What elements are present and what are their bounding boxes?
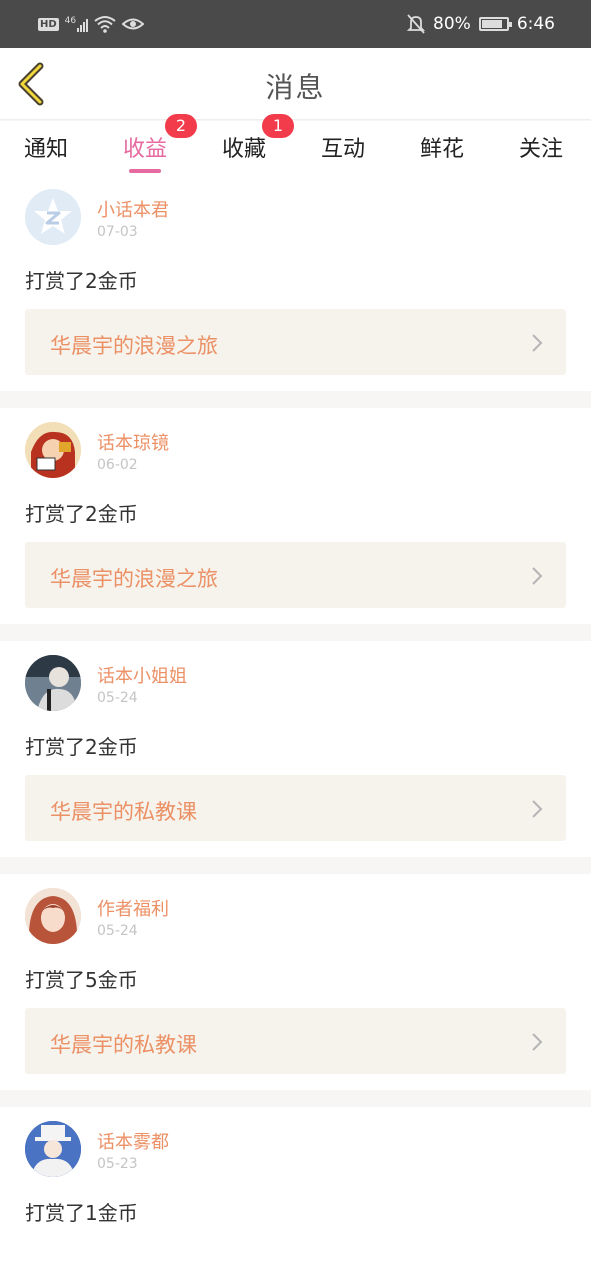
- tab-label: 鲜花: [420, 137, 465, 162]
- sender-name[interactable]: 作者福利: [97, 895, 169, 921]
- signal-type: 46: [64, 16, 77, 26]
- reward-card: 小话本君 07-03 打赏了2金币 华晨宇的浪漫之旅: [0, 175, 591, 391]
- book-link[interactable]: 华晨宇的私教课: [25, 775, 566, 841]
- tab-follows[interactable]: 关注: [519, 131, 563, 171]
- tab-label: 收益: [123, 137, 168, 162]
- reward-date: 05-24: [97, 690, 138, 706]
- reward-message: 打赏了2金币: [25, 269, 138, 293]
- chevron-right-icon: [532, 1033, 543, 1051]
- tab-favorites[interactable]: 收藏 1: [222, 114, 294, 171]
- hd-indicator: HD: [38, 17, 59, 31]
- unread-badge: 1: [262, 114, 294, 138]
- reward-card: 话本琼镜 06-02 打赏了2金币 华晨宇的浪漫之旅: [0, 408, 591, 624]
- sender-name[interactable]: 话本琼镜: [97, 429, 169, 455]
- book-link[interactable]: 华晨宇的浪漫之旅: [25, 309, 566, 375]
- tab-interactions[interactable]: 互动: [321, 131, 365, 171]
- reward-message: 打赏了2金币: [25, 735, 138, 759]
- avatar[interactable]: [25, 422, 81, 478]
- clock: 6:46: [516, 14, 555, 34]
- anime-girl-avatar-icon: [25, 888, 81, 944]
- avatar[interactable]: [25, 655, 81, 711]
- unread-badge: 2: [165, 114, 197, 138]
- tab-flowers[interactable]: 鲜花: [420, 131, 464, 171]
- status-bar: HD 46 80% 6:46: [0, 0, 591, 48]
- reward-message: 打赏了5金币: [25, 968, 138, 992]
- avatar[interactable]: [25, 1121, 81, 1177]
- book-title: 华晨宇的私教课: [50, 1033, 197, 1057]
- book-title: 华晨宇的私教课: [50, 800, 197, 824]
- reward-message: 打赏了1金币: [25, 1201, 138, 1225]
- person-photo-avatar-icon: [25, 655, 81, 711]
- mute-bell-icon: [407, 14, 426, 34]
- reward-message: 打赏了2金币: [25, 502, 138, 526]
- tab-label: 收藏: [222, 137, 267, 162]
- tab-label: 通知: [24, 137, 69, 162]
- battery-icon: [478, 17, 512, 31]
- reward-date: 06-02: [97, 457, 138, 473]
- status-right: 80% 6:46: [407, 12, 555, 36]
- book-link[interactable]: 华晨宇的私教课: [25, 1008, 566, 1074]
- page-title: 消息: [265, 71, 326, 104]
- eye-comfort-icon: [122, 18, 145, 30]
- book-title: 华晨宇的浪漫之旅: [50, 567, 218, 591]
- sender-name[interactable]: 小话本君: [97, 196, 169, 222]
- sender-name[interactable]: 话本小姐姐: [97, 662, 187, 688]
- sender-name[interactable]: 话本雾都: [97, 1128, 169, 1154]
- chevron-right-icon: [532, 334, 543, 352]
- avatar[interactable]: [25, 888, 81, 944]
- tab-label: 互动: [321, 137, 366, 162]
- app-header: 消息: [0, 48, 591, 120]
- cartoon-character-avatar-icon: [25, 422, 81, 478]
- wifi-icon: [94, 16, 116, 33]
- active-tab-indicator: [129, 169, 162, 173]
- book-title: 华晨宇的浪漫之旅: [50, 334, 218, 358]
- chevron-right-icon: [532, 800, 543, 818]
- reward-card: 话本雾都 05-23 打赏了1金币: [0, 1107, 591, 1280]
- tab-earnings[interactable]: 收益 2: [123, 114, 197, 173]
- reward-date: 05-23: [97, 1156, 138, 1172]
- cellular-signal-icon: 46: [64, 16, 89, 32]
- book-link[interactable]: 华晨宇的浪漫之旅: [25, 542, 566, 608]
- tab-label: 关注: [519, 137, 564, 162]
- official-star-logo-icon: [25, 189, 81, 245]
- screen: HD 46 80% 6:46 消息 通知 收益 2 收藏 1 互动 鲜花 关注 …: [0, 0, 591, 1280]
- earnings-feed: 小话本君 07-03 打赏了2金币 华晨宇的浪漫之旅 话本琼镜 06-02 打赏…: [0, 175, 591, 1280]
- tab-bar: 通知 收益 2 收藏 1 互动 鲜花 关注: [0, 114, 591, 175]
- chevron-right-icon: [532, 567, 543, 585]
- tab-notifications[interactable]: 通知: [24, 131, 68, 171]
- status-left: HD 46: [38, 12, 145, 36]
- reward-date: 07-03: [97, 224, 138, 240]
- battery-percent: 80%: [433, 14, 471, 34]
- reward-card: 作者福利 05-24 打赏了5金币 华晨宇的私教课: [0, 874, 591, 1090]
- reward-date: 05-24: [97, 923, 138, 939]
- avatar[interactable]: [25, 189, 81, 245]
- reward-card: 话本小姐姐 05-24 打赏了2金币 华晨宇的私教课: [0, 641, 591, 857]
- magician-character-avatar-icon: [25, 1121, 81, 1177]
